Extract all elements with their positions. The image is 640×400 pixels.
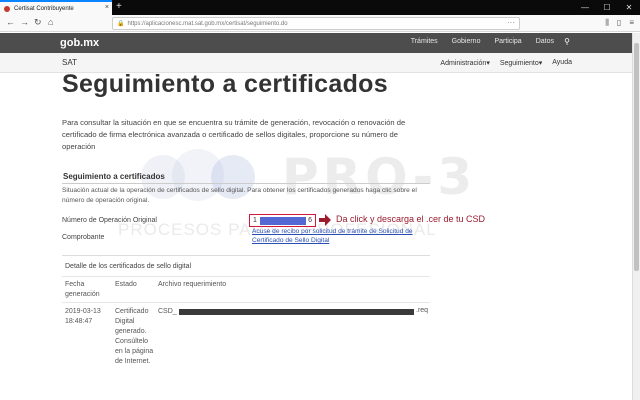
window-controls: — ☐ ✕ — [574, 0, 640, 15]
gob-link-gobierno[interactable]: Gobierno — [452, 38, 481, 45]
sat-title[interactable]: SAT — [62, 58, 77, 67]
cell-archivo-prefix: CSD_ — [158, 308, 177, 315]
url-text[interactable]: https://aplicacionesc.mat.sat.gob.mx/cer… — [127, 21, 287, 27]
cell-estado: Certificado Digital generado. Consúltelo… — [115, 308, 154, 365]
header-estado: Estado — [115, 281, 137, 288]
tab-close-icon[interactable]: × — [105, 4, 109, 11]
operation-number-link[interactable]: 1 6 — [249, 214, 316, 227]
browser-navbar: ← → ↻ ⌂ 🔒 https://aplicacionesc.mat.sat.… — [0, 15, 640, 32]
tab-title: Certisat Contribuyente — [14, 5, 74, 12]
divider — [62, 276, 430, 277]
close-window-button[interactable]: ✕ — [618, 0, 640, 15]
header-fecha: Fecha generación — [65, 281, 100, 298]
comprobante-label: Comprobante — [62, 234, 105, 241]
gob-link-tramites[interactable]: Trámites — [411, 38, 438, 45]
header-archivo: Archivo requerimiento — [158, 281, 227, 288]
sidebar-icon[interactable]: ▯ — [617, 18, 621, 28]
address-bar[interactable]: 🔒 https://aplicacionesc.mat.sat.gob.mx/c… — [112, 17, 520, 30]
gob-nav: Trámites Gobierno Participa Datos — [411, 38, 554, 45]
reload-button[interactable]: ↻ — [34, 17, 42, 28]
redacted-block — [260, 217, 306, 225]
favicon-icon — [4, 5, 10, 12]
gob-link-participa[interactable]: Participa — [494, 38, 521, 45]
detail-panel: Detalle de los certificados de sello dig… — [62, 255, 430, 390]
forward-button[interactable]: → — [20, 17, 29, 27]
section-title: Seguimiento a certificados — [63, 172, 165, 181]
page-title: Seguimiento a certificados — [62, 70, 388, 98]
cell-fecha: 2019-03-13 18:48:47 — [65, 308, 101, 325]
lock-icon: 🔒 — [117, 21, 125, 27]
library-icon[interactable]: ⫼ — [605, 18, 609, 28]
minimize-button[interactable]: — — [574, 0, 596, 15]
browser-tab[interactable]: Certisat Contribuyente × — [0, 0, 112, 15]
page-actions-icon[interactable]: ··· — [507, 18, 515, 27]
divider — [62, 302, 430, 303]
maximize-button[interactable]: ☐ — [596, 0, 618, 15]
operation-number-prefix: 1 — [253, 217, 257, 224]
operation-number-label: Número de Operación Original — [62, 217, 157, 224]
scroll-thumb[interactable] — [634, 43, 639, 271]
detail-title: Detalle de los certificados de sello dig… — [65, 263, 192, 270]
menu-icon[interactable]: ≡ — [629, 18, 634, 28]
operation-number-suffix: 6 — [308, 217, 312, 224]
menu-administracion[interactable]: Administración▾ — [440, 59, 489, 67]
section-description: Situación actual de la operación de cert… — [62, 187, 417, 204]
menu-seguimiento[interactable]: Seguimiento▾ — [500, 59, 542, 67]
intro-text: Para consultar la situación en que se en… — [62, 118, 406, 151]
gob-logo[interactable]: gob.mx — [60, 37, 99, 49]
gob-link-datos[interactable]: Datos — [536, 38, 554, 45]
gob-header: gob.mx Trámites Gobierno Participa Datos… — [0, 33, 632, 53]
search-icon[interactable]: ⚲ — [564, 37, 570, 46]
sat-menu: Administración▾ Seguimiento▾ Ayuda — [440, 59, 572, 67]
menu-ayuda[interactable]: Ayuda — [552, 59, 572, 67]
annotation-text: Da click y descarga el .cer de tu CSD — [336, 214, 486, 224]
arrow-right-icon — [319, 214, 331, 226]
scrollbar[interactable] — [632, 33, 640, 400]
divider — [62, 183, 430, 184]
browser-toolbar: ⫼ ▯ ≡ — [605, 18, 634, 28]
browser-tab-strip: Certisat Contribuyente × + — ☐ ✕ — [0, 0, 640, 15]
home-button[interactable]: ⌂ — [48, 17, 53, 27]
cell-archivo-ext: .req — [416, 307, 429, 314]
back-button[interactable]: ← — [6, 17, 15, 27]
redacted-block — [179, 309, 414, 315]
new-tab-button[interactable]: + — [116, 1, 122, 12]
acuse-link[interactable]: Acuse de recibo por solicitud de trámite… — [252, 227, 432, 245]
